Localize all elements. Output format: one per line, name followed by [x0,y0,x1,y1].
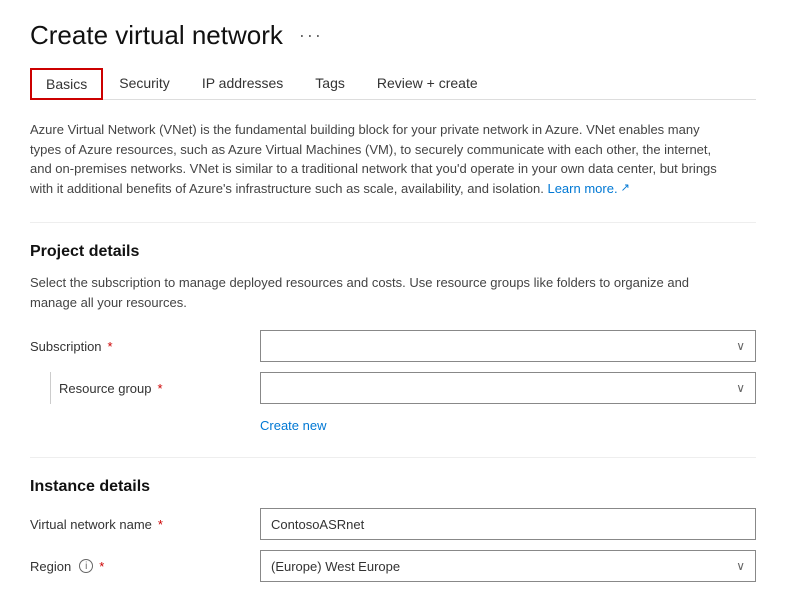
resource-group-required: * [158,381,163,396]
instance-details-title: Instance details [30,478,756,496]
vnet-name-label: Virtual network name * [30,517,260,532]
project-details-section: Project details Select the subscription … [30,243,756,437]
region-info-icon: i [79,559,93,573]
resource-group-label: Resource group * [59,381,163,396]
region-value: (Europe) West Europe [271,559,400,574]
tab-security[interactable]: Security [103,67,186,99]
vnet-description: Azure Virtual Network (VNet) is the fund… [30,120,730,198]
external-link-icon: ↗ [621,180,630,197]
tab-review-create[interactable]: Review + create [361,67,494,99]
tab-tags[interactable]: Tags [299,67,361,99]
instance-details-section: Instance details Virtual network name * … [30,478,756,582]
resource-group-chevron-icon: ∨ [736,381,745,395]
vnet-name-input[interactable] [260,508,756,540]
subscription-chevron-icon: ∨ [736,339,745,353]
vnet-name-required: * [158,517,163,532]
region-dropdown[interactable]: (Europe) West Europe ∨ [260,550,756,582]
learn-more-link[interactable]: Learn more. ↗ [547,179,629,199]
project-details-desc: Select the subscription to manage deploy… [30,273,730,312]
create-new-link[interactable]: Create new [260,418,326,433]
region-required: * [99,559,104,574]
region-label: Region i * [30,559,260,574]
region-chevron-icon: ∨ [736,559,745,573]
ellipsis-button[interactable]: ··· [293,23,329,48]
project-details-title: Project details [30,243,756,261]
tab-bar: Basics Security IP addresses Tags Review… [30,67,756,100]
tab-basics[interactable]: Basics [30,68,103,100]
divider-2 [30,457,756,458]
resource-group-row: Resource group * ∨ [30,372,756,404]
region-row: Region i * (Europe) West Europe ∨ [30,550,756,582]
subscription-required: * [108,339,113,354]
divider-1 [30,222,756,223]
tab-ip-addresses[interactable]: IP addresses [186,67,299,99]
page-title: Create virtual network [30,20,283,51]
subscription-label: Subscription * [30,339,260,354]
vnet-name-row: Virtual network name * [30,508,756,540]
subscription-row: Subscription * ∨ [30,330,756,362]
resource-group-dropdown[interactable]: ∨ [260,372,756,404]
subscription-dropdown[interactable]: ∨ [260,330,756,362]
